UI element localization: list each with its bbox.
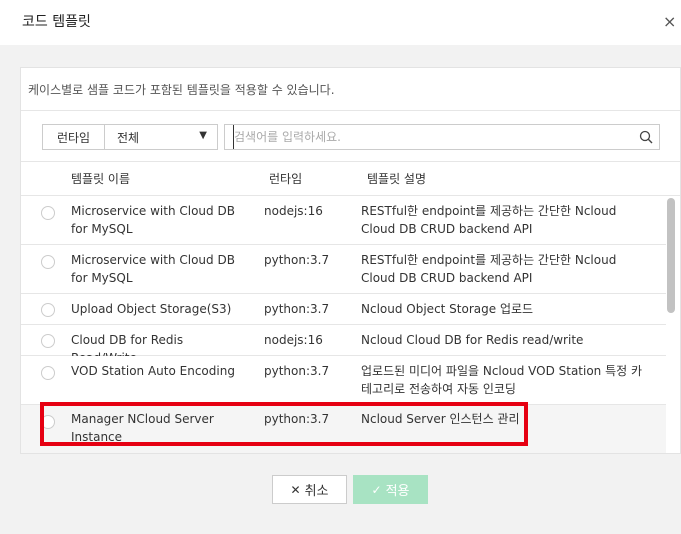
cancel-button[interactable]: ✕ 취소 [272, 475, 347, 504]
table-row[interactable]: Microservice with Cloud DB for MySQL pyt… [21, 245, 666, 294]
row-name: Upload Object Storage(S3) [71, 302, 232, 316]
check-icon: ✓ [371, 482, 382, 497]
panel-description: 케이스별로 샘플 코드가 포함된 템플릿을 적용할 수 있습니다. [28, 83, 335, 97]
runtime-filter-label: 런타임 [43, 125, 105, 149]
header-runtime: 런타임 [269, 172, 303, 186]
chevron-down-icon: ▼ [199, 130, 207, 141]
table-row[interactable]: Manager NCloud Server Instance python:3.… [21, 405, 666, 453]
row-desc: Ncloud Server 인스턴스 관리 [361, 412, 520, 426]
row-radio[interactable] [41, 255, 55, 269]
apply-button[interactable]: ✓ 적용 [353, 475, 428, 504]
row-runtime: python:3.7 [264, 412, 330, 426]
close-icon[interactable]: × [663, 12, 676, 32]
search-input[interactable] [233, 125, 629, 149]
table-row[interactable]: Microservice with Cloud DB for MySQL nod… [21, 196, 666, 245]
row-runtime: nodejs:16 [264, 204, 323, 218]
search-box [224, 124, 660, 150]
row-desc: Ncloud Object Storage 업로드 [361, 302, 534, 316]
row-runtime: nodejs:16 [264, 333, 323, 347]
row-name: VOD Station Auto Encoding [71, 364, 235, 378]
dialog-header: 코드 템플릿 × [0, 0, 681, 45]
row-radio[interactable] [41, 206, 55, 220]
cancel-button-label: 취소 [304, 484, 329, 499]
runtime-select[interactable]: 전체 ▼ [105, 125, 217, 149]
header-template-name: 템플릿 이름 [71, 172, 131, 186]
row-radio[interactable] [41, 303, 55, 317]
table-row[interactable]: Upload Object Storage(S3) python:3.7 Ncl… [21, 294, 666, 325]
close-icon: ✕ [290, 482, 301, 497]
table-header: 템플릿 이름 런타임 템플릿 설명 [21, 161, 680, 196]
row-name: Microservice with Cloud DB for MySQL [71, 204, 235, 236]
apply-button-label: 적용 [385, 484, 410, 499]
row-desc: 업로드된 미디어 파일을 Ncloud VOD Station 특정 카테고리로… [361, 364, 643, 396]
row-desc: Ncloud Cloud DB for Redis read/write [361, 333, 584, 347]
runtime-filter: 런타임 전체 ▼ [42, 124, 218, 150]
template-panel: 케이스별로 샘플 코드가 포함된 템플릿을 적용할 수 있습니다. 런타임 전체… [20, 67, 681, 454]
table-row[interactable]: VOD Station Auto Encoding python:3.7 업로드… [21, 356, 666, 405]
row-name: Microservice with Cloud DB for MySQL [71, 253, 235, 285]
row-name: Manager NCloud Server Instance [71, 412, 214, 444]
dialog-title: 코드 템플릿 [22, 14, 91, 30]
row-runtime: python:3.7 [264, 302, 330, 316]
row-radio[interactable] [41, 334, 55, 348]
dialog-body: 케이스별로 샘플 코드가 포함된 템플릿을 적용할 수 있습니다. 런타임 전체… [0, 45, 681, 534]
scrollbar-thumb[interactable] [667, 198, 675, 313]
table-body: Microservice with Cloud DB for MySQL nod… [21, 196, 680, 453]
row-runtime: python:3.7 [264, 364, 330, 378]
row-desc: RESTful한 endpoint를 제공하는 간단한 Ncloud Cloud… [361, 253, 617, 285]
row-desc: RESTful한 endpoint를 제공하는 간단한 Ncloud Cloud… [361, 204, 617, 236]
header-template-desc: 템플릿 설명 [367, 172, 427, 186]
row-radio[interactable] [41, 415, 55, 429]
filter-bar: 런타임 전체 ▼ [21, 111, 680, 161]
runtime-select-value: 전체 [117, 130, 140, 145]
table-row[interactable]: Cloud DB for Redis Read/Write nodejs:16 … [21, 325, 666, 365]
search-icon[interactable] [639, 130, 653, 144]
row-radio[interactable] [41, 366, 55, 380]
row-runtime: python:3.7 [264, 253, 330, 267]
